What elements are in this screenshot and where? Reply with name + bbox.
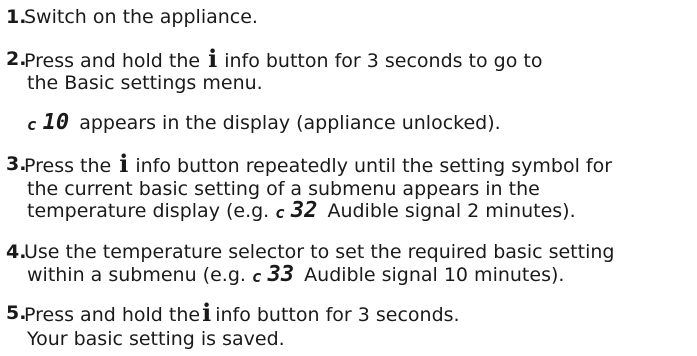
display-note: c 10 appears in the display (appliance un… — [27, 112, 501, 135]
step-3-continued: the current basic setting of a submenu a… — [27, 178, 540, 200]
note-text: appears in the display (appliance unlock… — [79, 112, 501, 134]
info-button-icon: i — [119, 149, 129, 178]
step-text: Press and hold the i info button for 3 sec… — [24, 44, 543, 73]
step-text: the Basic settings menu. — [27, 72, 263, 94]
step-text: Press the i info button repeatedly until t… — [24, 149, 613, 178]
step-3-continued: temperature display (e.g. c 32 Audible si… — [27, 200, 576, 223]
info-button-icon: i — [202, 298, 212, 327]
step-text-part: Audible signal 2 minutes). — [327, 200, 576, 222]
instruction-list: 1. Switch on the appliance. 2. Press and… — [0, 0, 697, 356]
step-5-continued: Your basic setting is saved. — [27, 328, 285, 350]
step-2-continued: the Basic settings menu. — [27, 72, 263, 94]
display-code-c32-icon: c 32 — [275, 198, 318, 223]
step-text: Press and hold theiinfo button for 3 sec… — [24, 298, 460, 327]
step-text-part: info button repeatedly until the setting… — [135, 155, 613, 177]
display-code-c33-icon: c 33 — [251, 262, 295, 287]
step-text-part: Press and hold the — [24, 50, 201, 72]
step-text: the current basic setting of a submenu a… — [27, 178, 540, 200]
step-text-part: info button for 3 seconds to go to — [224, 50, 543, 72]
step-text-part: temperature display (e.g. — [27, 200, 270, 222]
step-text-part: Press the — [24, 155, 112, 177]
step-text-part: within a submenu (e.g. — [27, 264, 246, 286]
display-code-c10-icon: c 10 — [27, 110, 70, 135]
step-text: Use the temperature selector to set the … — [24, 241, 615, 263]
step-text-part: Press and hold the — [24, 304, 201, 326]
step-text: Switch on the appliance. — [24, 6, 258, 28]
step-text-part: info button for 3 seconds. — [215, 304, 460, 326]
step-4-continued: within a submenu (e.g. c 33 Audible signa… — [27, 264, 564, 287]
step-text: Your basic setting is saved. — [27, 328, 285, 350]
info-button-icon: i — [208, 44, 218, 73]
step-text-part: Audible signal 10 minutes). — [304, 264, 565, 286]
